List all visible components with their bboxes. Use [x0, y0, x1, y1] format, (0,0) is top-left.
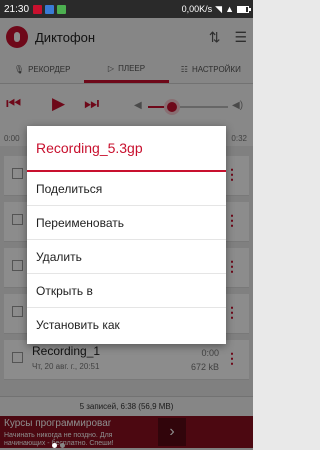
menu-item-share[interactable]: Поделиться — [27, 172, 226, 206]
battery-icon — [237, 5, 251, 13]
network-speed: 0,00K/s — [181, 4, 213, 14]
notification-icon-3 — [57, 4, 67, 14]
menu-item-open-in[interactable]: Открыть в — [27, 274, 226, 308]
dialog-title: Recording_5.3gp — [27, 126, 226, 172]
status-time: 21:30 — [4, 3, 30, 15]
indicator-dot — [60, 443, 65, 448]
indicator-dot — [52, 443, 57, 448]
signal-icon: ▲ — [225, 4, 234, 14]
status-bar: 21:30 0,00K/s ◥ ▲ — [0, 0, 253, 18]
notification-icon-2 — [45, 4, 55, 14]
context-menu-dialog: Recording_5.3gp Поделиться Переименовать… — [27, 126, 226, 344]
carousel-indicator — [52, 443, 65, 448]
wifi-icon: ◥ — [215, 3, 223, 14]
menu-item-set-as[interactable]: Установить как — [27, 308, 226, 342]
notification-icon — [33, 4, 43, 14]
menu-item-rename[interactable]: Переименовать — [27, 206, 226, 240]
menu-item-delete[interactable]: Удалить — [27, 240, 226, 274]
